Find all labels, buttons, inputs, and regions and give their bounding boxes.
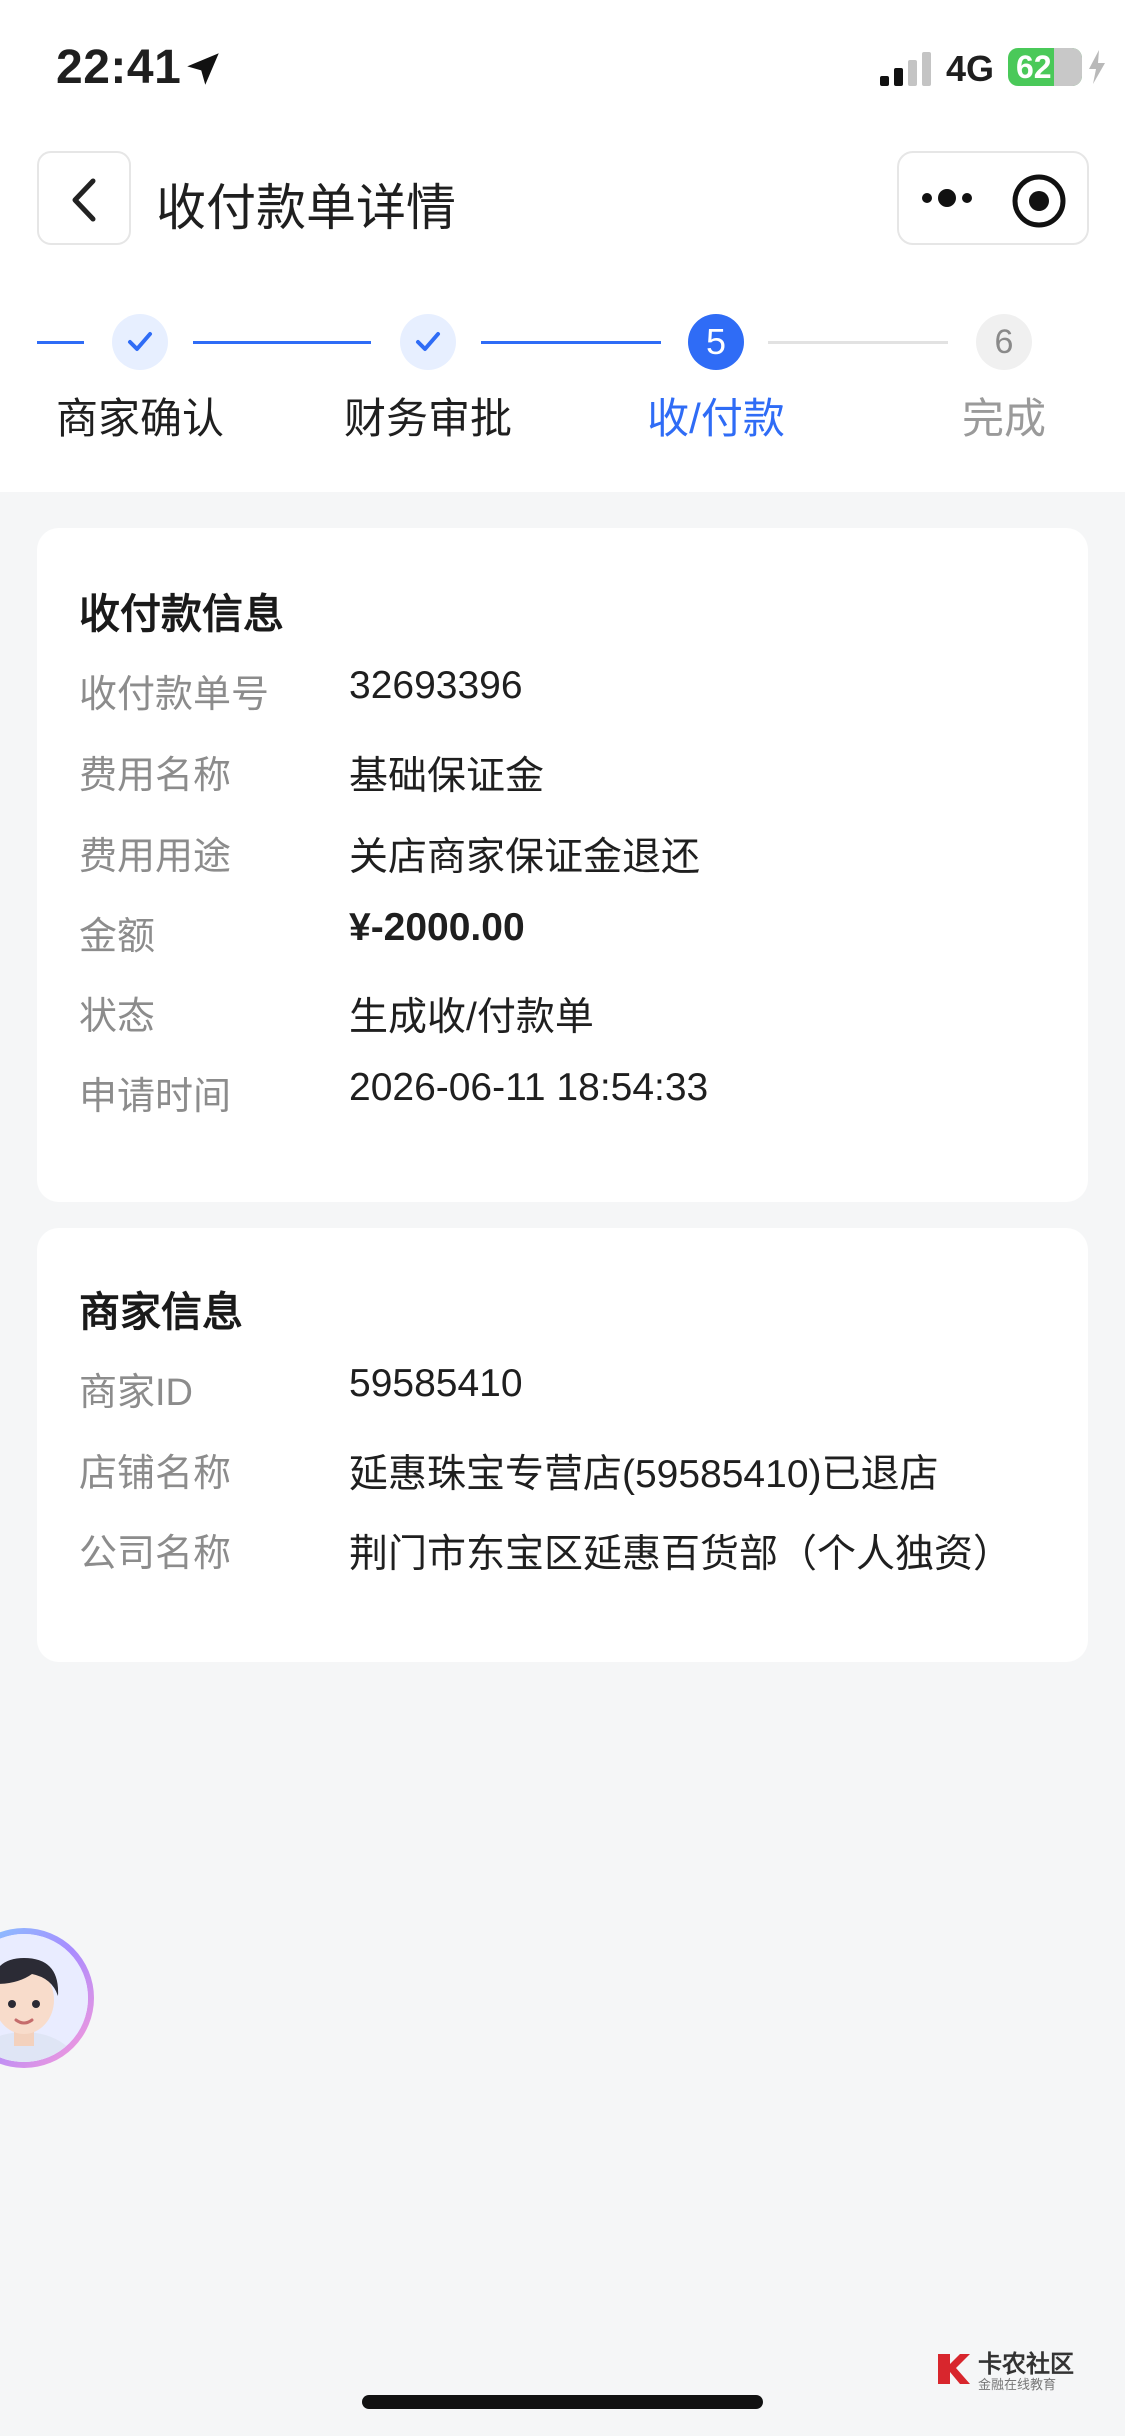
step-4-pending: 6	[976, 314, 1032, 370]
more-dots-icon[interactable]	[917, 180, 977, 216]
field-label: 公司名称	[79, 1533, 232, 1575]
target-circle-icon[interactable]	[1011, 173, 1067, 229]
back-button[interactable]	[37, 151, 131, 245]
step-connector	[193, 341, 371, 344]
field-label: 申请时间	[79, 1076, 232, 1118]
apply-time-value: 2026-06-11 18:54:33	[349, 1066, 709, 1109]
step-1-done	[112, 314, 168, 370]
card-title: 收付款信息	[79, 591, 284, 637]
company-name-value: 荆门市东宝区延惠百货部（个人独资）	[349, 1533, 1013, 1576]
field-label: 金额	[79, 916, 156, 958]
status-value: 生成收/付款单	[349, 996, 594, 1039]
payment-info-card: 收付款信息 收付款单号 32693396 费用名称 基础保证金 费用用途 关店商…	[37, 528, 1088, 1202]
battery-icon: 62	[1008, 48, 1082, 86]
charging-bolt-icon	[1089, 50, 1105, 84]
location-arrow-icon	[187, 53, 219, 85]
amount-value: ¥-2000.00	[349, 906, 525, 949]
chevron-left-icon	[72, 178, 96, 222]
assistant-avatar-button[interactable]	[0, 1928, 94, 2068]
step-2-done	[400, 314, 456, 370]
step-connector	[768, 341, 948, 344]
field-label: 费用名称	[79, 755, 232, 797]
step-label: 商家确认	[55, 395, 224, 442]
avatar	[0, 1934, 88, 2062]
field-label: 状态	[79, 996, 156, 1038]
step-3-active: 5	[688, 314, 744, 370]
payment-number-value: 32693396	[349, 664, 523, 707]
fee-purpose-value: 关店商家保证金退还	[349, 836, 701, 879]
field-label: 费用用途	[79, 836, 232, 878]
field-label: 商家ID	[79, 1372, 194, 1414]
card-title: 商家信息	[79, 1289, 243, 1335]
status-time: 22:41	[56, 41, 182, 94]
checkmark-icon	[128, 332, 152, 351]
mini-program-capsule	[897, 151, 1089, 245]
fee-name-value: 基础保证金	[349, 755, 545, 798]
store-name-value: 延惠珠宝专营店(59585410)已退店	[349, 1453, 939, 1496]
field-label: 店铺名称	[79, 1453, 232, 1495]
battery-level: 62	[1016, 49, 1052, 85]
watermark-tagline: 金融在线教育	[978, 2377, 1057, 2392]
home-indicator[interactable]	[362, 2395, 763, 2409]
brand-logo-icon	[938, 2354, 970, 2384]
cellular-signal-icon	[880, 52, 931, 86]
page-title: 收付款单详情	[156, 180, 456, 236]
step-label: 完成	[961, 395, 1046, 442]
field-label: 收付款单号	[79, 674, 270, 716]
step-connector	[37, 341, 84, 344]
merchant-id-value: 59585410	[349, 1362, 523, 1405]
watermark-logo: 卡农社区 金融在线教育	[934, 2344, 1074, 2392]
network-type: 4G	[946, 48, 995, 89]
step-label-active: 收/付款	[647, 395, 785, 442]
step-label: 财务审批	[343, 395, 512, 442]
checkmark-icon	[416, 332, 440, 351]
step-connector	[481, 341, 661, 344]
merchant-info-card: 商家信息 商家ID 59585410 店铺名称 延惠珠宝专营店(59585410…	[37, 1228, 1088, 1662]
avatar-face-icon	[0, 1934, 88, 2062]
